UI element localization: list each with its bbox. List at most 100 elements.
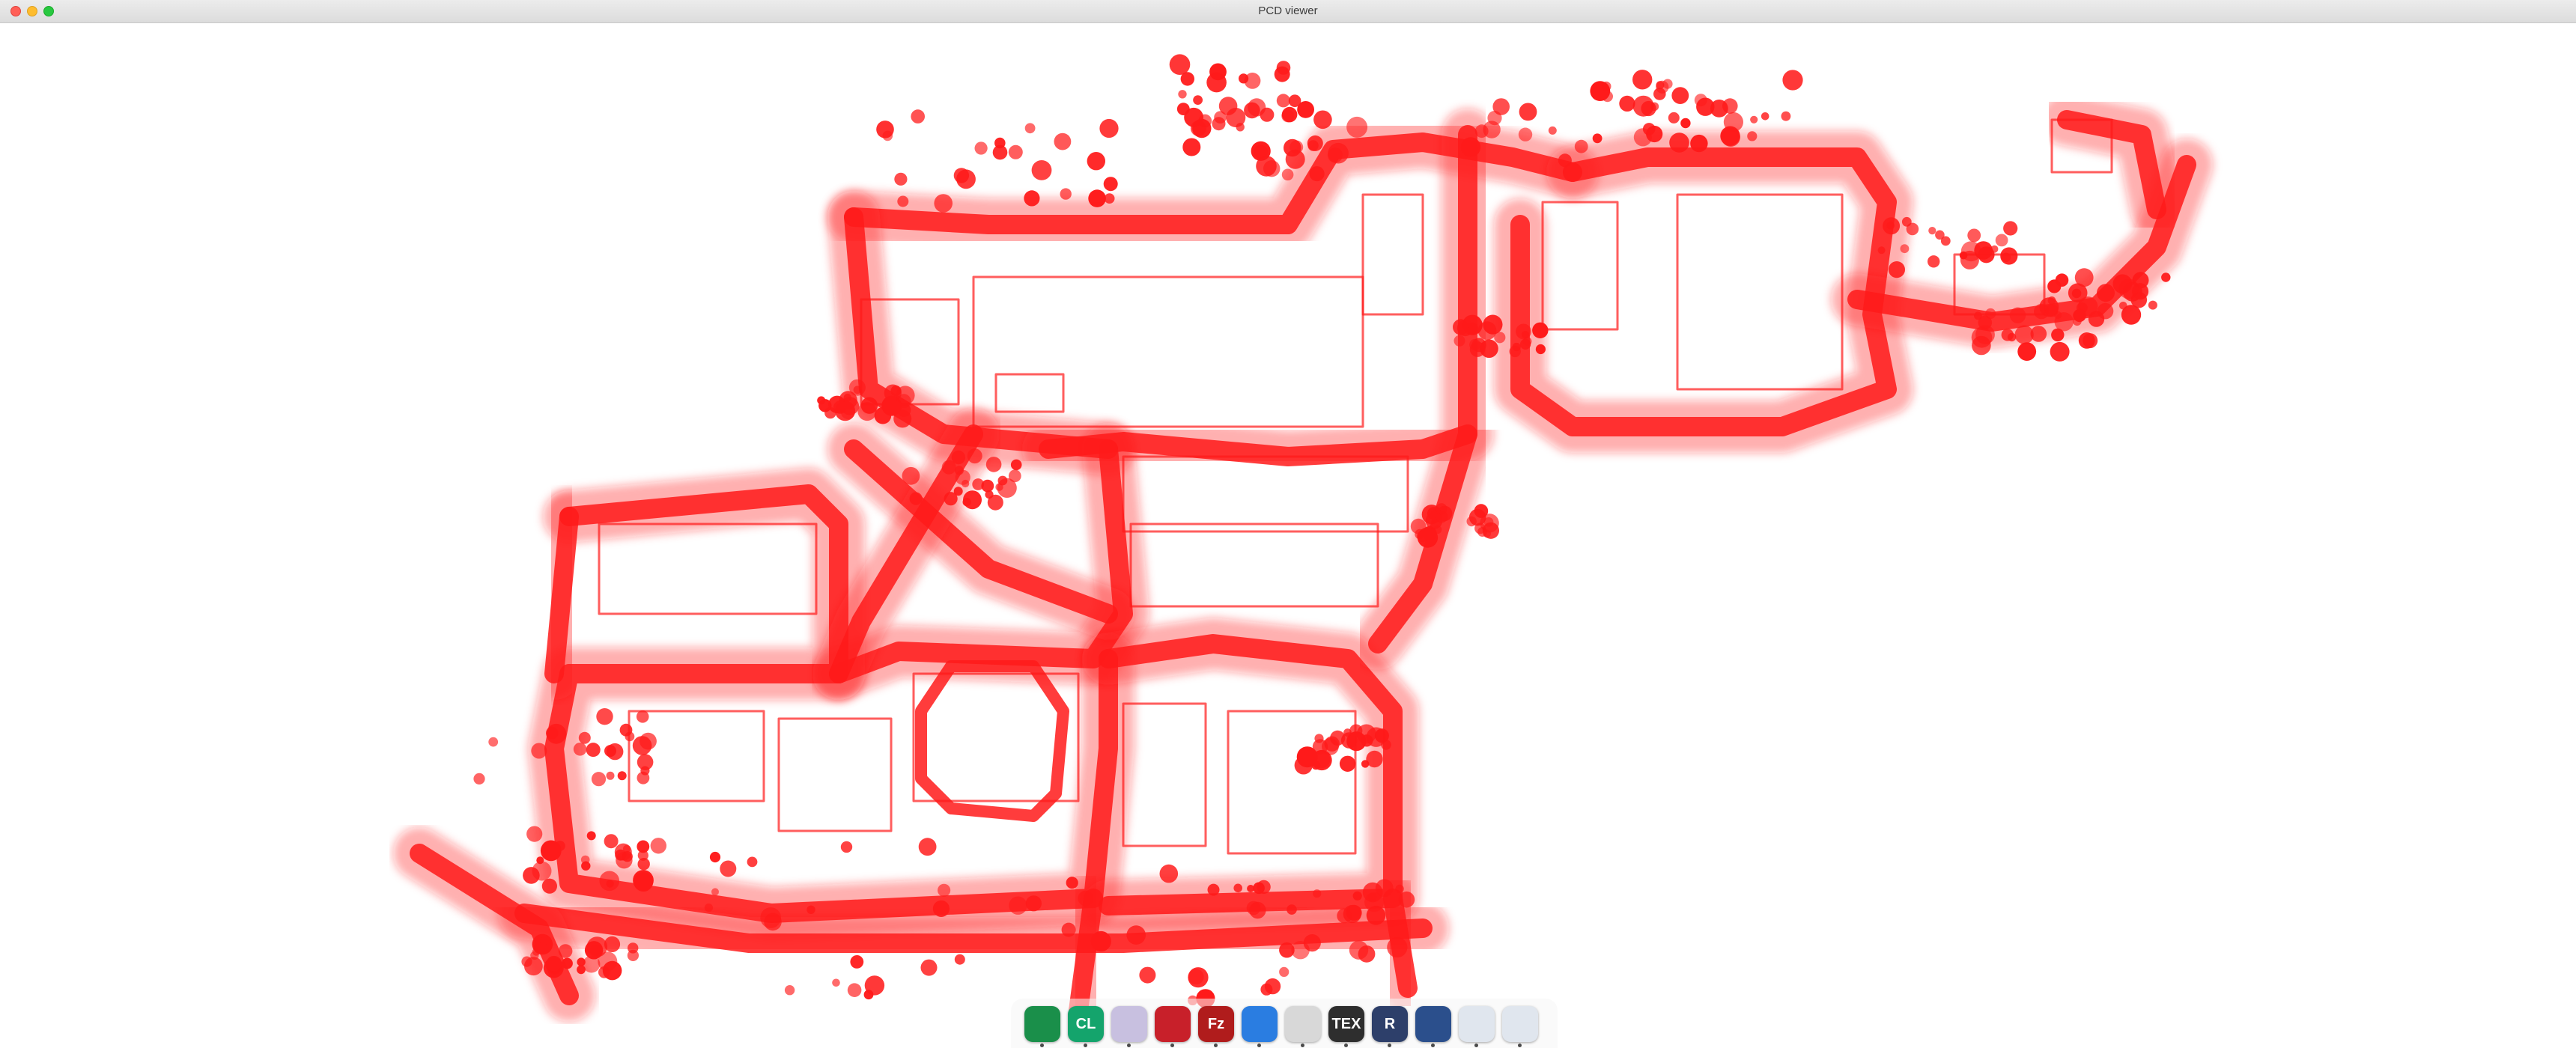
tree-cluster [720,860,737,877]
tree-cluster [1060,188,1072,200]
tree-cluster [1436,503,1448,515]
tree-cluster [2073,308,2086,323]
tree-cluster [1239,73,1249,84]
tree-cluster [1339,755,1356,772]
tree-cluster [1281,106,1298,123]
folder-icon[interactable] [1111,1006,1147,1042]
tree-cluster [1696,97,1715,116]
tree-cluster [1312,750,1331,769]
tree-cluster [1309,166,1325,182]
tree-cluster [1960,250,1979,269]
tree-cluster [1008,144,1023,159]
tree-cluster [1288,94,1301,107]
tree-cluster [1313,110,1332,130]
window-title: PCD viewer [1258,4,1318,17]
tree-cluster [578,731,591,744]
tree-cluster [747,856,758,868]
filezilla-icon[interactable]: Fz [1198,1006,1234,1042]
tree-cluster [1281,168,1294,181]
tree-cluster [1995,234,2008,247]
tree-cluster [840,841,853,853]
tree-cluster [1024,123,1036,134]
tree-cluster [1087,152,1106,171]
tree-cluster [1761,112,1770,121]
screenshot-icon[interactable] [1415,1006,1451,1042]
tree-cluster [650,838,666,854]
tree-cluster [832,978,840,987]
tree-cluster [1690,134,1708,153]
tree-cluster [596,708,613,725]
tree-cluster [1558,153,1572,168]
running-indicator [1214,1044,1218,1047]
tree-cluster [985,457,1002,472]
tree-cluster [847,983,862,997]
tree-cluster [577,957,586,966]
window-icon[interactable] [1502,1006,1538,1042]
building-outline [1129,523,1379,608]
tree-cluster [2014,325,2034,344]
tree-cluster [1276,94,1290,108]
tree-cluster [985,490,994,499]
point-cloud-viewport[interactable] [0,23,2576,1048]
building-outline [1541,201,1619,331]
tree-cluster [944,492,958,506]
tree-cluster [546,955,562,972]
tree-cluster [1967,228,1981,243]
running-indicator [1084,1044,1087,1047]
tree-cluster [2001,329,2014,341]
tree-cluster [1466,516,1477,527]
tree-cluster [1474,504,1489,518]
tree-cluster [897,195,909,207]
tree-cluster [1313,889,1322,898]
terminal-icon[interactable] [1155,1006,1191,1042]
tree-cluster [1276,61,1291,75]
tree-cluster [1246,901,1261,916]
tree-cluster [1207,883,1220,896]
tree-cluster [882,130,893,141]
app-check-icon[interactable] [1242,1006,1278,1042]
tex-icon[interactable]: TEX [1328,1006,1364,1042]
chrome-icon[interactable] [1024,1006,1060,1042]
tree-cluster [1169,54,1191,75]
tree-cluster [577,965,586,975]
tree-cluster [1669,132,1689,153]
tree-cluster [1178,90,1187,99]
tree-cluster [911,109,925,124]
tree-cluster [1750,115,1758,124]
tree-cluster [954,954,965,965]
tree-cluster [526,826,543,842]
tree-cluster [2000,247,2018,265]
title-bar: PCD viewer [0,0,2576,23]
tree-cluster [1928,227,1936,235]
tree-cluster [1592,133,1603,144]
window-icon[interactable] [1459,1006,1495,1042]
tree-cluster [1519,103,1537,121]
tree-cluster [2054,312,2074,332]
tree-cluster [1398,891,1415,908]
tree-cluster [628,942,639,954]
tree-cluster [540,936,549,945]
tree-cluster [1090,930,1111,952]
tree-cluster [586,743,601,758]
tree-cluster [633,870,654,891]
tree-cluster [1509,345,1521,358]
tree-cluster [1877,246,1886,255]
settings-toggle-icon[interactable] [1285,1006,1321,1042]
tree-cluster [1928,255,1940,268]
tree-cluster [1188,969,1204,985]
running-indicator [1040,1044,1044,1047]
r-icon[interactable]: R [1372,1006,1408,1042]
tree-cluster [1619,95,1635,112]
tree-cluster [932,900,950,917]
tree-cluster [615,849,627,861]
tree-cluster [1279,966,1289,977]
tree-cluster [580,855,590,865]
clion-icon[interactable]: CL [1068,1006,1104,1042]
tree-cluster [1025,895,1042,912]
building-outline [1361,193,1424,316]
tree-cluster [1193,95,1203,105]
tree-cluster [1671,87,1689,104]
running-indicator [1518,1044,1522,1047]
tree-cluster [1291,941,1310,960]
tree-cluster [637,754,654,770]
